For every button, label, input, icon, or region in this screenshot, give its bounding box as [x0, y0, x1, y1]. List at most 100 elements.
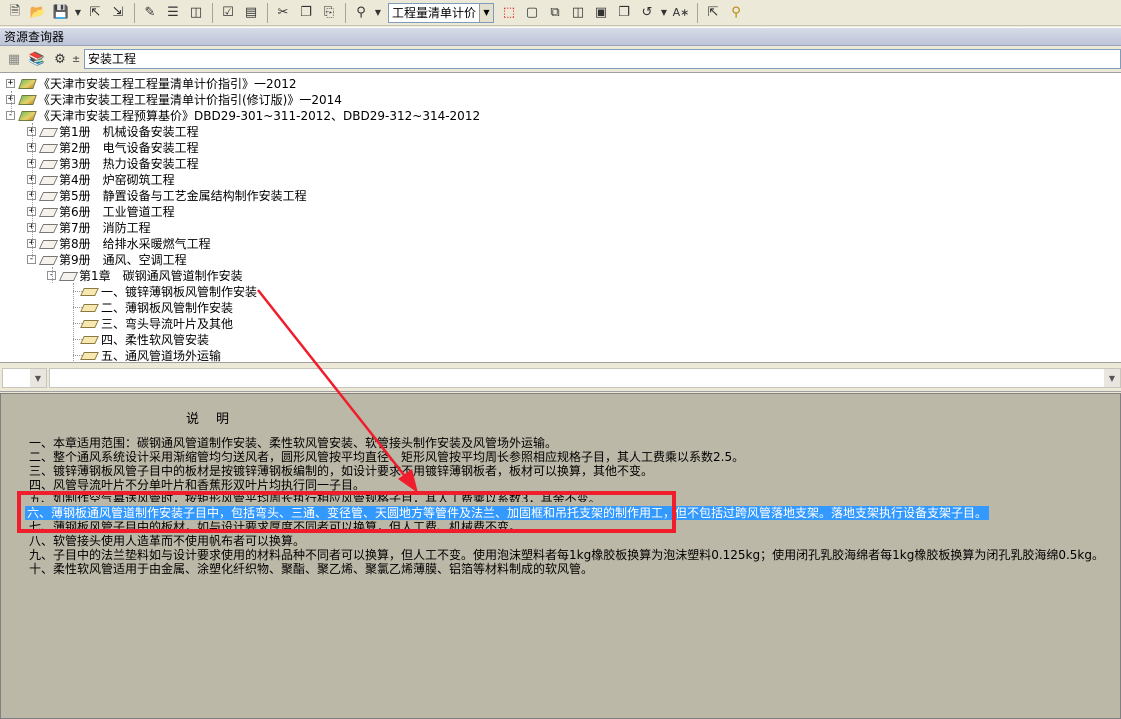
toolbar-separator [697, 2, 698, 23]
tree-volume-item[interactable]: + 第5册 静置设备与工艺金属结构制作安装工程 [27, 187, 307, 203]
chevron-down-icon[interactable]: ▼ [30, 369, 46, 387]
tree-section-item[interactable]: 四、柔性软风管安装 [68, 331, 209, 347]
import-icon[interactable]: ⇲ [107, 2, 129, 24]
tree-node-label: 五、通风管道场外运输 [101, 348, 222, 363]
export-icon[interactable]: ⇱ [84, 2, 106, 24]
save-icon[interactable]: 💾 [50, 2, 72, 24]
description-line: 八、软管接头使用人造革而不使用帆布者可以换算。 [29, 534, 306, 548]
copy-icon[interactable]: ❐ [295, 2, 317, 24]
tree-volume-item[interactable]: + 第1册 机械设备安装工程 [27, 123, 199, 139]
print-preview-icon[interactable]: ▤ [240, 2, 262, 24]
selected-text-line: 六、薄钢板通风管道制作安装子目中，包括弯头、三通、变径管、天圆地方等管件及法兰、… [25, 506, 990, 520]
toolbar-separator [267, 2, 268, 23]
tree-connector [73, 339, 82, 340]
chevron-down-icon[interactable]: ▼ [1104, 369, 1120, 387]
pricing-mode-value: 工程量清单计价 [392, 6, 477, 20]
text-style-icon[interactable]: A∗ [670, 2, 692, 24]
tree-section-item[interactable]: 三、弯头导流叶片及其他 [68, 315, 233, 331]
book-icon [19, 77, 35, 89]
select-pointer-icon[interactable]: ⇱ [702, 2, 724, 24]
tree-volume-item[interactable]: + 第7册 消防工程 [27, 219, 151, 235]
tree-section-item[interactable]: 五、通风管道场外运输 [68, 347, 221, 363]
tree-node-label: 第9册 通风、空调工程 [59, 252, 187, 267]
dropdown-arrow-icon[interactable]: ▼ [659, 2, 669, 24]
tree-node-label: 第4册 炉窑砌筑工程 [59, 172, 175, 187]
tree-expand-icon[interactable]: ⚙ [49, 48, 71, 70]
window-icon[interactable]: ▢ [521, 2, 543, 24]
tree-node-label: 第2册 电气设备安装工程 [59, 140, 199, 155]
close-book-icon[interactable]: ▦ [3, 48, 25, 70]
book-icon [19, 109, 35, 121]
tree-node-label: 第7册 消防工程 [59, 220, 151, 235]
resource-toolbar: ▦ 📚 ⚙ ± 安装工程 [0, 47, 1121, 71]
tree-section-item[interactable]: 二、薄钢板风管制作安装 [68, 299, 233, 315]
tree-connector [11, 91, 12, 115]
new-file-icon[interactable]: 🗎 [4, 2, 26, 24]
tree-volume-item[interactable]: + 第8册 给排水采暖燃气工程 [27, 235, 211, 251]
folder-icon [60, 269, 76, 281]
document-icon [81, 333, 97, 345]
tree-connector [52, 267, 53, 283]
description-panel[interactable]: 说 明 一、本章适用范围：碳钢通风管道制作安装、柔性软风管安装、软管接头制作安装… [0, 393, 1121, 719]
tree-section-item[interactable]: 一、镀锌薄钢板风管制作安装 [68, 283, 257, 299]
document-icon [81, 349, 97, 361]
document-edit-icon[interactable]: ✎ [139, 2, 161, 24]
tree-node-label: 第8册 给排水采暖燃气工程 [59, 236, 211, 251]
dropdown-arrow-icon[interactable]: ▼ [373, 2, 383, 24]
tree-root-item[interactable]: + 《天津市安装工程工程量清单计价指引(修订版)》一2014 [6, 91, 342, 107]
description-line: 一、本章适用范围：碳钢通风管道制作安装、柔性软风管安装、软管接头制作安装及风管场… [29, 436, 558, 450]
dropdown-arrow-icon[interactable]: ▼ [73, 2, 83, 24]
tree-connector [73, 355, 82, 356]
tree-node-label: 第3册 热力设备安装工程 [59, 156, 199, 171]
cut-icon[interactable]: ✂ [272, 2, 294, 24]
minimize-all-icon[interactable]: ▣ [590, 2, 612, 24]
open-folder-icon[interactable]: 📂 [27, 2, 49, 24]
pricing-mode-select[interactable]: 工程量清单计价 ▼ [388, 2, 494, 23]
description-line: 九、子目中的法兰垫料如与设计要求使用的材料品种不同者可以换算，但人工不变。使用泡… [29, 548, 1104, 562]
open-book-icon[interactable]: 📚 [26, 48, 48, 70]
tree-volume-item[interactable]: + 第3册 热力设备安装工程 [27, 155, 199, 171]
filter-select-left[interactable]: ▼ [2, 368, 47, 388]
tree-volume-item[interactable]: + 第2册 电气设备安装工程 [27, 139, 199, 155]
toolbar-separator [212, 2, 213, 23]
folder-icon [40, 189, 56, 201]
tree-node-label: 二、薄钢板风管制作安装 [101, 300, 234, 315]
plus-minus-icon[interactable]: ± [72, 48, 80, 70]
chevron-down-icon[interactable]: ▼ [479, 3, 493, 22]
tree-volume-item[interactable]: - 第9册 通风、空调工程 [27, 251, 187, 267]
document-tree-icon[interactable]: ◫ [185, 2, 207, 24]
tree-connector [73, 323, 82, 324]
tile-icon[interactable]: ◫ [567, 2, 589, 24]
main-toolbar: 🗎 📂 💾 ▼ ⇱ ⇲ ✎ ☰ ◫ ☑ ▤ ✂ ❐ ⎘ ⚲ ▼ 工程量清单计价 … [0, 0, 1121, 26]
tree-root-item[interactable]: - 《天津市安装工程预算基价》DBD29-301~311-2012、DBD29-3… [6, 107, 480, 123]
expand-icon[interactable]: + [6, 78, 15, 88]
document-list-icon[interactable]: ☰ [162, 2, 184, 24]
folder-icon [40, 221, 56, 233]
tree-connector [73, 291, 82, 292]
tree-node-label: 《天津市安装工程预算基价》DBD29-301~311-2012、DBD29-31… [38, 108, 481, 123]
tree-root-item[interactable]: + 《天津市安装工程工程量清单计价指引》一2012 [6, 75, 297, 91]
filter-select-right[interactable]: ▼ [49, 368, 1121, 388]
resource-search-input[interactable]: 安装工程 [84, 49, 1121, 69]
find-icon[interactable]: ⚲ [350, 2, 372, 24]
resource-tree[interactable]: + 《天津市安装工程工程量清单计价指引》一2012 + 《天津市安装工程工程量清单计价… [0, 72, 1121, 363]
checklist-icon[interactable]: ☑ [217, 2, 239, 24]
tree-volume-item[interactable]: + 第6册 工业管道工程 [27, 203, 175, 219]
cascade-icon[interactable]: ⧉ [544, 2, 566, 24]
filter-bar: ▼ ▼ [0, 365, 1121, 392]
paste-icon[interactable]: ⎘ [318, 2, 340, 24]
help-icon[interactable]: ⚲ [725, 2, 747, 24]
window-arrange-icon[interactable]: ↺ [636, 2, 658, 24]
tree-connector [32, 123, 33, 259]
restore-icon[interactable]: ❐ [613, 2, 635, 24]
tree-chapter-item[interactable]: - 第1章 碳钢通风管道制作安装 [47, 267, 243, 283]
folder-icon [40, 237, 56, 249]
tree-node-label: 《天津市安装工程工程量清单计价指引(修订版)》一2014 [38, 92, 342, 107]
tree-node-label: 四、柔性软风管安装 [101, 332, 210, 347]
tree-volume-item[interactable]: + 第4册 炉窑砌筑工程 [27, 171, 175, 187]
folder-icon [40, 157, 56, 169]
toolbar-separator [345, 2, 346, 23]
tree-node-label: 第1章 碳钢通风管道制作安装 [79, 268, 243, 283]
selection-frame-icon[interactable]: ⬚ [498, 2, 520, 24]
folder-icon [40, 141, 56, 153]
